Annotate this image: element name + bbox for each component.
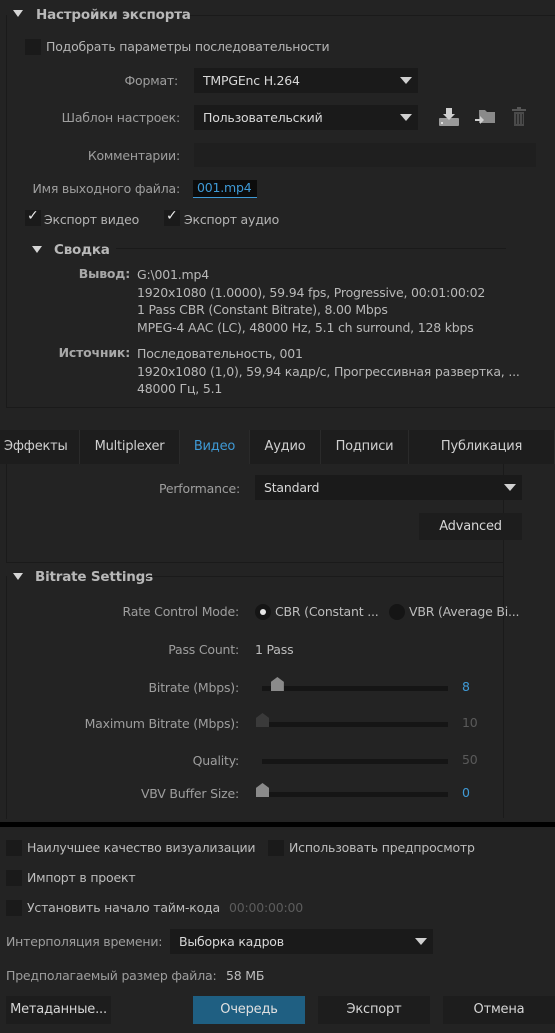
best-quality-checkbox[interactable] xyxy=(6,840,22,856)
performance-label: Performance: xyxy=(158,481,240,496)
summary-title: Сводка xyxy=(54,242,110,258)
tab-multiplexer[interactable]: Multiplexer xyxy=(80,430,180,464)
tab-video[interactable]: Видео xyxy=(180,430,250,464)
cancel-button[interactable]: Отмена xyxy=(443,996,555,1024)
output-name-link[interactable]: 001.mp4 xyxy=(193,180,257,198)
collapse-triangle-icon[interactable] xyxy=(13,10,23,17)
best-quality-label: Наилучшее качество визуализации xyxy=(27,840,256,855)
summary-output-lines: G:\001.mp4 1920x1080 (1.0000), 59.94 fps… xyxy=(137,266,485,336)
export-button[interactable]: Экспорт xyxy=(318,996,430,1024)
slider-track[interactable] xyxy=(262,792,448,797)
divider xyxy=(180,15,555,16)
rate-control-label: Rate Control Mode: xyxy=(122,604,240,619)
filesize-label: Предполагаемый размер файла: xyxy=(6,968,217,983)
use-previews-checkbox[interactable] xyxy=(268,840,284,856)
queue-button[interactable]: Очередь xyxy=(193,996,305,1024)
export-video-label: Экспорт видео xyxy=(44,212,140,227)
summary-output-line: MPEG-4 AAC (LC), 48000 Hz, 5.1 ch surrou… xyxy=(137,319,474,335)
summary-output-line: G:\001.mp4 xyxy=(137,267,210,282)
import-project-checkbox[interactable] xyxy=(6,870,22,886)
chevron-down-icon xyxy=(504,484,516,491)
panel-splitter[interactable] xyxy=(0,822,555,827)
output-name-label: Имя выходного файла: xyxy=(32,181,180,196)
export-settings-title: Настройки экспорта xyxy=(36,7,191,23)
slider-label: Bitrate (Mbps): xyxy=(148,680,240,695)
cbr-label: CBR (Constant ... xyxy=(275,604,379,619)
use-previews-label: Использовать предпросмотр xyxy=(289,840,475,855)
format-dropdown[interactable]: TMPGEnc H.264 xyxy=(194,68,418,93)
interpolation-value: Выборка кадров xyxy=(179,934,284,949)
tab-effects[interactable]: Эффекты xyxy=(0,430,80,464)
slider-label: Maximum Bitrate (Mbps): xyxy=(84,716,240,731)
timecode-value[interactable]: 00:00:00:00 xyxy=(229,900,303,915)
summary-output-line: 1 Pass CBR (Constant Bitrate), 8.00 Mbps xyxy=(137,302,388,317)
match-sequence-label: Подобрать параметры последовательности xyxy=(46,39,330,54)
preset-dropdown[interactable]: Пользовательский xyxy=(194,105,418,130)
summary-source-line: 48000 Гц, 5.1 xyxy=(137,381,223,396)
delete-preset-icon[interactable] xyxy=(511,107,527,127)
summary-source-label: Источник: xyxy=(58,345,131,360)
preset-label: Шаблон настроек: xyxy=(61,110,181,125)
format-value: TMPGEnc H.264 xyxy=(203,73,300,88)
performance-dropdown[interactable]: Standard xyxy=(255,475,522,500)
slider-value[interactable]: 8 xyxy=(462,679,470,694)
tab-captions[interactable]: Подписи xyxy=(321,430,409,464)
chevron-down-icon xyxy=(415,938,427,945)
summary-source-line: Последовательность, 001 xyxy=(137,346,303,361)
slider-label: Quality: xyxy=(192,753,240,768)
timecode-label: Установить начало тайм-кода xyxy=(27,900,220,915)
vbr-label: VBR (Average Bi... xyxy=(409,604,520,619)
pass-count-label: Pass Count: xyxy=(168,642,239,657)
interpolation-label: Интерполяция времени: xyxy=(6,934,163,949)
divider xyxy=(116,248,506,249)
advanced-button[interactable]: Advanced xyxy=(419,513,522,540)
pass-count-value: 1 Pass xyxy=(255,642,294,657)
export-video-checkbox[interactable] xyxy=(25,208,41,226)
summary-source-line: 1920x1080 (1,0), 59,94 кадр/с, Прогресси… xyxy=(137,363,520,379)
import-preset-icon[interactable] xyxy=(474,108,496,126)
comments-input[interactable] xyxy=(194,143,536,167)
slider-value: 10 xyxy=(462,715,478,730)
chevron-down-icon xyxy=(400,114,412,121)
tab-audio[interactable]: Аудио xyxy=(250,430,321,464)
preset-value: Пользовательский xyxy=(203,110,323,125)
tab-publish[interactable]: Публикация xyxy=(409,430,555,464)
divider xyxy=(147,576,504,577)
filesize-value: 58 МБ xyxy=(226,968,265,983)
import-project-label: Импорт в проект xyxy=(27,870,136,885)
chevron-down-icon xyxy=(400,77,412,84)
export-audio-label: Экспорт аудио xyxy=(184,212,280,227)
summary-output-line: 1920x1080 (1.0000), 59.94 fps, Progressi… xyxy=(137,284,486,300)
slider-value: 50 xyxy=(462,752,478,767)
vbr-radio[interactable] xyxy=(389,604,405,620)
slider-track[interactable] xyxy=(262,722,448,727)
slider-track[interactable] xyxy=(262,686,448,691)
summary-output-label: Вывод: xyxy=(78,266,130,281)
save-preset-icon[interactable] xyxy=(438,107,460,127)
slider-value[interactable]: 0 xyxy=(462,785,470,800)
metadata-button[interactable]: Метаданные... xyxy=(6,996,111,1024)
format-label: Формат: xyxy=(124,73,178,88)
summary-source-lines: Последовательность, 001 1920x1080 (1,0),… xyxy=(137,345,520,398)
slider-label: VBV Buffer Size: xyxy=(140,786,239,801)
export-audio-checkbox[interactable] xyxy=(164,208,180,226)
comments-label: Комментарии: xyxy=(87,148,180,163)
cbr-radio[interactable] xyxy=(255,604,271,620)
interpolation-dropdown[interactable]: Выборка кадров xyxy=(170,929,433,954)
collapse-triangle-icon[interactable] xyxy=(32,246,42,253)
match-sequence-checkbox[interactable] xyxy=(25,39,41,55)
performance-value: Standard xyxy=(264,480,320,495)
timecode-checkbox[interactable] xyxy=(6,900,22,916)
slider-track[interactable] xyxy=(262,759,448,764)
